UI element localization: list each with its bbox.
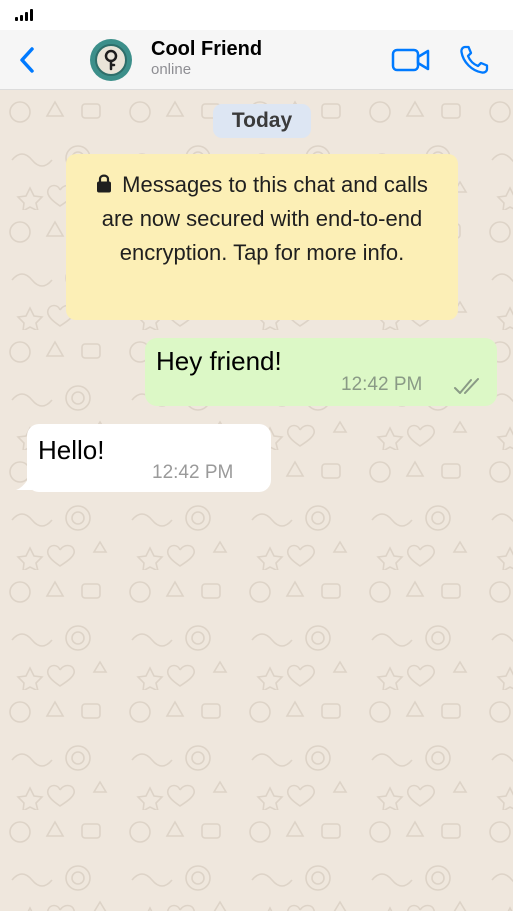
avatar[interactable] (90, 39, 132, 81)
key-icon (95, 44, 127, 76)
read-ticks-icon (454, 378, 479, 394)
message-time: 12:42 PM (341, 374, 423, 395)
status-bar (0, 0, 513, 30)
encryption-notice-text: Messages to this chat and calls are now … (101, 172, 428, 265)
back-button[interactable] (10, 42, 44, 78)
signal-bars-icon (15, 9, 33, 21)
contact-status: online (151, 61, 192, 78)
date-separator: Today (213, 104, 311, 138)
message-text: Hello! (38, 435, 105, 465)
video-call-button[interactable] (390, 44, 432, 76)
chat-header: Cool Friend online (0, 30, 513, 90)
message-text: Hey friend! (156, 346, 282, 376)
phone-icon (460, 45, 489, 74)
chat-area[interactable]: Today Messages to this chat and calls ar… (0, 90, 513, 911)
lock-icon (97, 174, 112, 193)
voice-call-button[interactable] (456, 43, 492, 77)
encryption-notice[interactable]: Messages to this chat and calls are now … (66, 154, 458, 320)
message-incoming[interactable]: Hello! 12:42 PM (27, 424, 271, 492)
message-outgoing[interactable]: Hey friend! 12:42 PM (145, 338, 497, 406)
contact-name: Cool Friend (151, 38, 263, 60)
contact-info[interactable]: Cool Friend online (151, 37, 262, 79)
chevron-left-icon (20, 47, 34, 73)
message-time: 12:42 PM (152, 462, 234, 483)
video-camera-icon (391, 48, 430, 72)
